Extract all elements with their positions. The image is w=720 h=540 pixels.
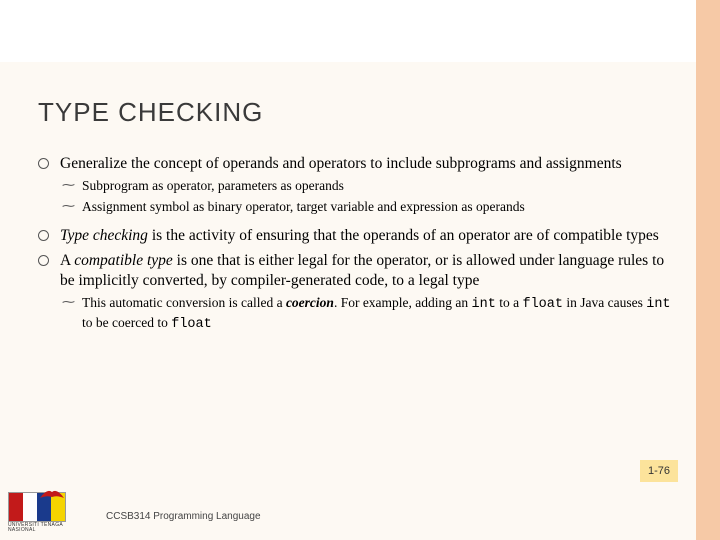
subbullet-assignment: ⁓ Assignment symbol as binary operator, … [62,198,678,216]
text: . For example, adding an [334,295,472,310]
emphasis-strong: coercion [286,295,334,310]
subbullet-text: This automatic conversion is called a co… [82,294,678,334]
circle-bullet-icon [38,226,60,246]
right-orange-band [696,0,720,540]
bullet-text: Type checking is the activity of ensurin… [60,226,678,246]
text: to a [496,295,523,310]
subbullet-subprogram: ⁓ Subprogram as operator, parameters as … [62,177,678,195]
top-white-band [0,0,720,62]
university-logo: UNIVERSITI TENAGA NASIONAL [8,492,92,536]
circle-bullet-icon [38,154,60,174]
page-number-badge: 1-76 [640,460,678,482]
text: A [60,252,74,269]
code-literal: int [646,297,670,312]
slide-title: TYPE CHECKING [38,97,263,128]
code-literal: float [171,317,212,332]
footer-text: CCSB314 Programming Language [106,511,261,522]
text: is the activity of ensuring that the ope… [148,227,659,244]
bullet-compatible-type: A compatible type is one that is either … [38,251,678,292]
code-literal: float [522,297,563,312]
code-literal: int [472,297,496,312]
bullet-generalize: Generalize the concept of operands and o… [38,154,678,174]
bullet-text: Generalize the concept of operands and o… [60,154,678,174]
slide: TYPE CHECKING Generalize the concept of … [0,0,720,540]
text: in Java causes [563,295,646,310]
tilde-bullet-icon: ⁓ [62,294,82,334]
emphasis: Type checking [60,227,148,244]
bullet-text: A compatible type is one that is either … [60,251,678,292]
slide-content: Generalize the concept of operands and o… [38,150,678,334]
text: This automatic conversion is called a [82,295,286,310]
tilde-bullet-icon: ⁓ [62,177,82,195]
subbullet-coercion: ⁓ This automatic conversion is called a … [62,294,678,334]
logo-wings-icon [37,488,67,502]
bullet-type-checking: Type checking is the activity of ensurin… [38,226,678,246]
circle-bullet-icon [38,251,60,292]
subbullet-text: Subprogram as operator, parameters as op… [82,177,678,195]
logo-text: UNIVERSITI TENAGA NASIONAL [8,523,92,533]
tilde-bullet-icon: ⁓ [62,198,82,216]
text: to be coerced to [82,315,171,330]
subbullet-text: Assignment symbol as binary operator, ta… [82,198,678,216]
emphasis: compatible type [74,252,173,269]
